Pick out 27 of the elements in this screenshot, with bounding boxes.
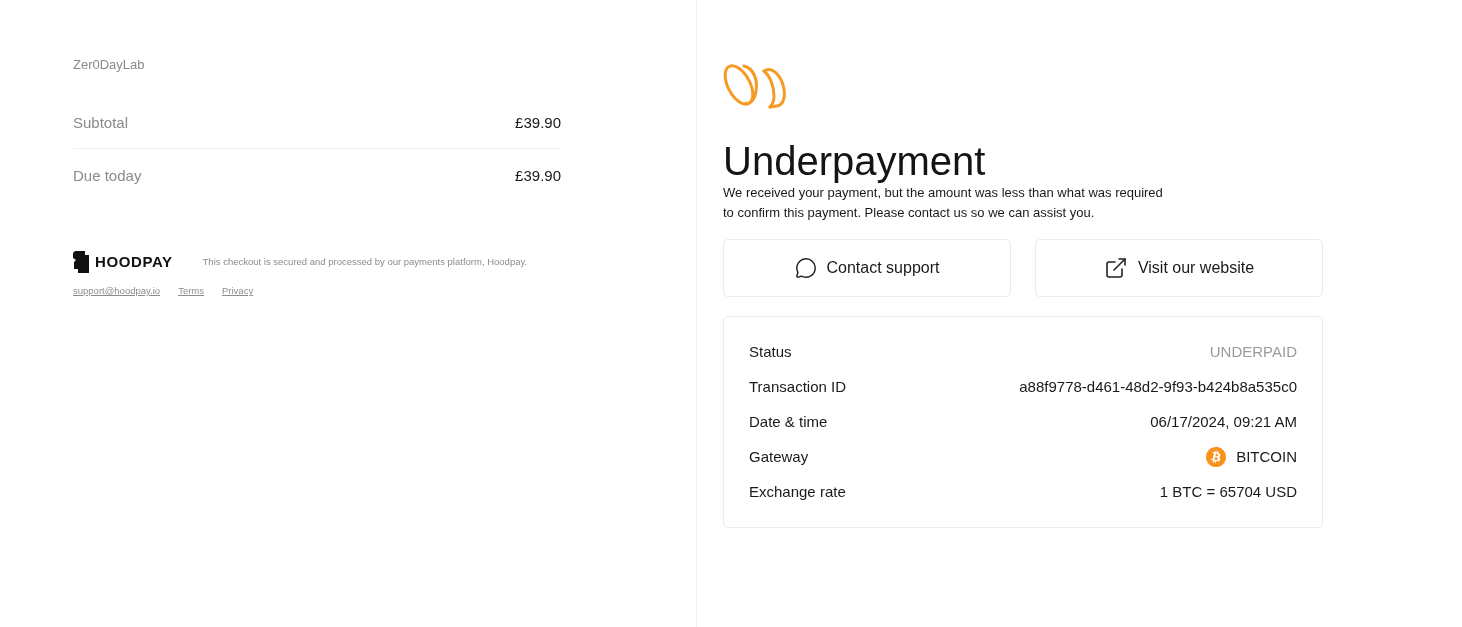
merchant-name: Zer0DayLab — [73, 57, 146, 73]
detail-value: 1 BTC = 65704 USD — [1159, 482, 1297, 502]
detail-label: Date & time — [749, 412, 828, 432]
detail-label: Gateway — [749, 447, 809, 467]
action-button[interactable]: Contact support — [723, 239, 1011, 297]
detail-label: Exchange rate — [749, 482, 846, 502]
footer-link[interactable]: Terms — [178, 285, 204, 297]
detail-value: 06/17/2024, 09:21 AM — [1150, 412, 1297, 432]
external-link-icon — [1103, 256, 1128, 280]
detail-label: Status — [749, 342, 792, 362]
detail-value: BITCOIN — [1236, 447, 1297, 467]
summary-label: Subtotal — [73, 113, 129, 133]
detail-label: Transaction ID — [749, 377, 846, 397]
result-title: Underpayment — [723, 139, 986, 183]
summary-amount: £39.90 — [515, 166, 561, 186]
result-message: We received your payment, but the amount was less than what was required to confirm this payment. Please contact us so we can assist you. — [723, 184, 1164, 222]
secured-note: This checkout is secured and processed by our payments platform, Hoodpay. — [202, 256, 528, 268]
summary-amount: £39.90 — [515, 113, 561, 133]
detail-value: a88f9778-d461-48d2-9f93-b424b8a535c0 — [1019, 377, 1297, 397]
status-value: UNDERPAID — [1209, 342, 1297, 362]
chat-bubble-icon — [794, 257, 817, 279]
hoodpay-logo-icon — [73, 251, 90, 273]
footer-link[interactable]: support@hoodpay.io — [73, 285, 161, 297]
summary-label: Due today — [73, 166, 142, 186]
hoodpay-wordmark: HOODPAY — [95, 253, 173, 271]
action-button[interactable]: Visit our website — [1035, 239, 1323, 297]
footer-link[interactable]: Privacy — [222, 285, 254, 297]
